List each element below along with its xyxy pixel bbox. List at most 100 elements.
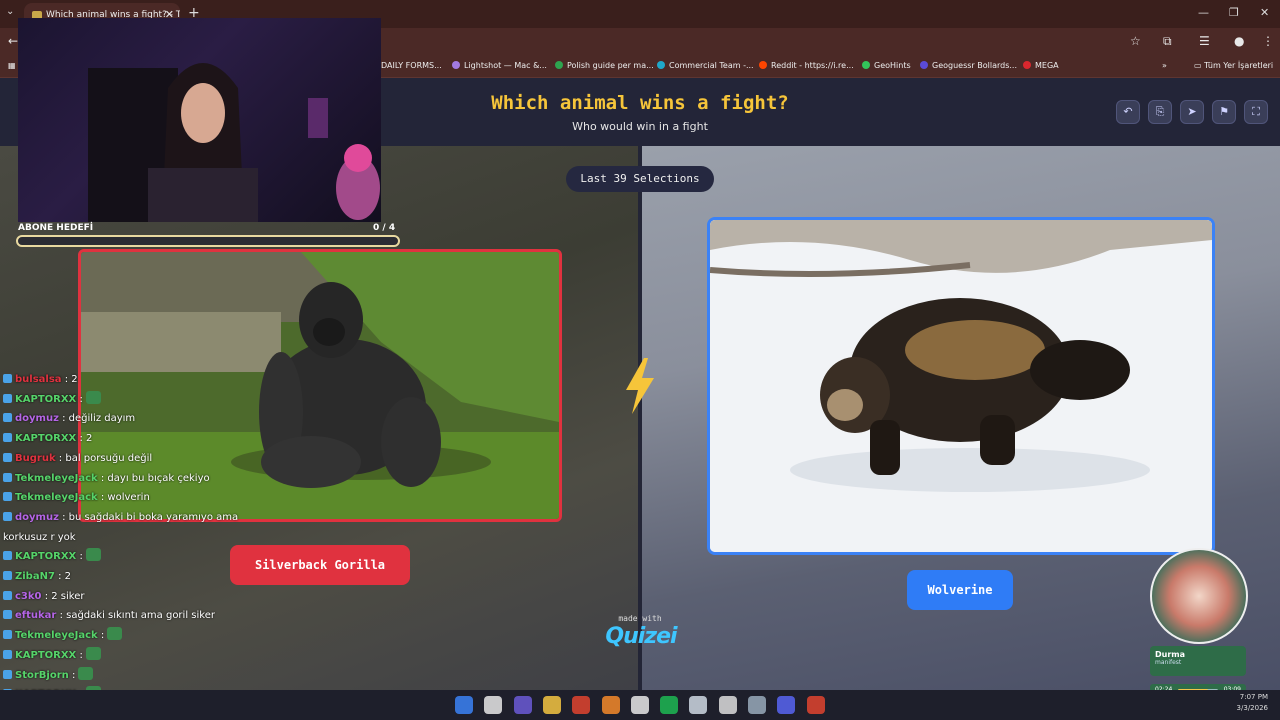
screen: ⌄ Which animal wins a fight? - Ti... ✕ +… [0, 0, 1280, 720]
chat-text: : 2 siker [44, 590, 85, 602]
apps-grid-icon[interactable]: ▦ [8, 61, 16, 70]
last-selections-pill[interactable]: Last 39 Selections [566, 166, 714, 192]
undo-button[interactable]: ↶ [1116, 100, 1140, 124]
extensions-icon[interactable]: ⧉ [1163, 34, 1172, 49]
reading-list-icon[interactable]: ☰ [1199, 34, 1210, 48]
chat-badge-icon [3, 413, 12, 423]
chat-text: : sağdaki sıkıntı ama goril siker [59, 610, 215, 622]
chat-text: : [79, 393, 83, 405]
chat-username: KAPTORXX [15, 551, 77, 563]
bookmark-item[interactable]: Polish guide per ma... [555, 61, 654, 70]
tab-search-chevron-icon[interactable]: ⌄ [6, 6, 14, 17]
chat-text: : [71, 669, 76, 681]
chat-message: doymuz : değiliz dayım [3, 409, 243, 429]
chat-username: KAPTORXX [15, 393, 77, 405]
lightning-vs-icon [626, 358, 654, 414]
share-icon: ⎘ [1155, 105, 1165, 118]
profile-avatar-icon[interactable]: ● [1234, 34, 1244, 48]
window-close-icon[interactable]: ✕ [1260, 6, 1269, 19]
subscriber-goal-bar [16, 235, 400, 247]
chat-username: KAPTORXX [15, 433, 77, 445]
bookmark-star-icon[interactable]: ☆ [1130, 34, 1141, 48]
steam-icon[interactable] [689, 696, 708, 714]
chat-message: KAPTORXX : [3, 547, 243, 567]
chat-text: : 2 [58, 571, 72, 583]
chat-message: korkusuz r yok [3, 528, 243, 548]
bookmark-item[interactable]: DAILY FORMS... [381, 61, 442, 70]
report-button[interactable]: ⚑ [1212, 100, 1236, 124]
chat-username: eftukar [15, 610, 57, 622]
all-bookmarks-folder[interactable]: ▭ Tüm Yer İşaretleri [1194, 61, 1273, 70]
chat-text: : [79, 551, 83, 563]
bookmark-item[interactable]: Commercial Team -... [657, 61, 754, 70]
webcam-overlay [18, 18, 381, 222]
chat-message: TekmeleyeJack : wolverin [3, 488, 243, 508]
chat-emote-icon [78, 666, 94, 680]
chat-badge-icon [3, 393, 12, 403]
spotify-icon[interactable] [660, 696, 679, 714]
epic-icon[interactable] [718, 696, 737, 714]
chat-badge-icon [3, 669, 12, 679]
bookmark-item[interactable]: Reddit - https://i.re... [759, 61, 854, 70]
bookmark-item[interactable]: MEGA [1023, 61, 1059, 70]
chat-username: c3k0 [15, 590, 42, 602]
bookmark-favicon-icon [759, 61, 767, 69]
chat-text: : [79, 649, 83, 661]
bookmark-item[interactable]: GeoHints [862, 61, 911, 70]
recorder-icon[interactable] [806, 696, 825, 714]
chat-username: Bugruk [15, 452, 56, 464]
teams-icon[interactable] [513, 696, 532, 714]
now-playing: Durma manifest [1150, 646, 1246, 676]
menu-icon[interactable]: ⋮ [1262, 34, 1274, 48]
chat-text: : wolverin [100, 492, 150, 504]
windows-icon[interactable] [455, 696, 473, 714]
option-right-button[interactable]: Wolverine [907, 570, 1013, 610]
share-button[interactable]: ⎘ [1148, 100, 1172, 124]
minimize-icon[interactable]: — [1198, 6, 1209, 19]
chat-badge-icon [3, 571, 12, 581]
flag-icon: ⚑ [1219, 105, 1229, 118]
restore-icon[interactable]: ❐ [1229, 6, 1239, 19]
webcam-feed [88, 63, 380, 222]
chat-message: TekmeleyeJack : dayı bu bıçak çekiyo [3, 469, 243, 489]
chat-username: doymuz [15, 413, 59, 425]
option-left-button[interactable]: Silverback Gorilla [230, 545, 410, 585]
chat-message: Bugruk : bal porsuğu değil [3, 449, 243, 469]
bookmark-item[interactable]: Lightshot — Mac &... [452, 61, 547, 70]
sublime-icon[interactable] [601, 696, 620, 714]
chat-text: : bal porsuğu değil [58, 452, 153, 464]
explorer-icon[interactable] [542, 696, 561, 714]
undo-icon: ↶ [1123, 105, 1133, 118]
bookmark-item[interactable]: Geoguessr Bollards... [920, 61, 1017, 70]
subscriber-goal-count: 0 / 4 [373, 223, 396, 233]
chat-emote-icon [85, 548, 101, 562]
system-clock[interactable]: 7:07 PM 3/3/2026 [1228, 692, 1268, 714]
chat-badge-icon [3, 472, 12, 482]
app-icon[interactable] [748, 696, 766, 714]
chat-message: KAPTORXX : [3, 646, 243, 666]
search-icon[interactable] [484, 696, 503, 714]
chat-text: korkusuz r yok [3, 531, 76, 543]
chat-badge-icon [3, 374, 12, 383]
bookmarks-overflow-icon[interactable]: » [1162, 61, 1167, 70]
quizei-logo[interactable]: Quizei [598, 624, 684, 649]
chat-emote-icon [85, 646, 101, 660]
chat-message: KAPTORXX : [3, 390, 243, 410]
chat-text: : 2 [79, 433, 93, 445]
chat-username: TekmeleyeJack [15, 630, 98, 642]
option-right-card[interactable] [707, 217, 1215, 555]
obs-icon[interactable] [630, 696, 649, 714]
chat-badge-icon [3, 610, 12, 620]
bookmark-favicon-icon [862, 61, 870, 69]
chat-username: KAPTORXX [15, 649, 77, 661]
fullscreen-button[interactable]: ⛶ [1244, 100, 1268, 124]
discord-icon[interactable] [777, 696, 796, 714]
subscriber-goal-label: ABONE HEDEFİ [18, 223, 94, 233]
send-button[interactable]: ➤ [1180, 100, 1204, 124]
chat-emote-icon [107, 627, 123, 641]
bookmark-favicon-icon [657, 61, 665, 69]
chat-username: TekmeleyeJack [15, 492, 98, 504]
chat-message: StorBjorn : [3, 666, 243, 686]
chrome-icon[interactable] [572, 696, 591, 714]
back-icon[interactable]: ← [8, 34, 18, 48]
